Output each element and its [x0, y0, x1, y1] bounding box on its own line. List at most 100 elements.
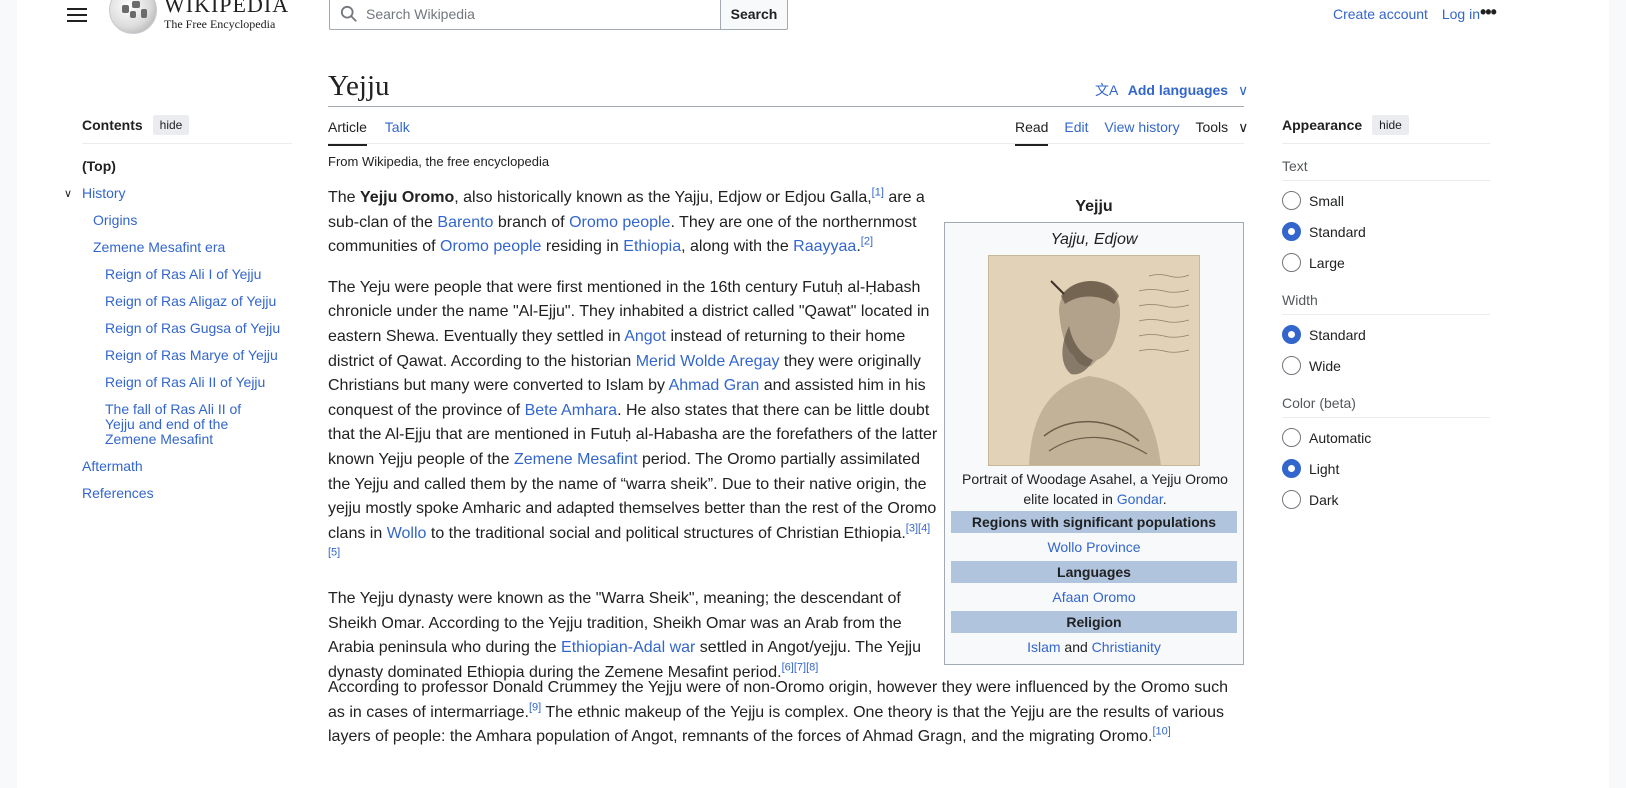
log-in-link[interactable]: Log in — [1442, 6, 1480, 22]
radio-icon[interactable] — [1282, 428, 1301, 447]
citation-link[interactable]: [2] — [861, 236, 873, 248]
create-account-link[interactable]: Create account — [1333, 6, 1428, 22]
link-wollo[interactable]: Wollo — [387, 525, 427, 542]
infobox-header-religion: Religion — [951, 611, 1237, 633]
radio-text-large[interactable]: Large — [1282, 247, 1490, 278]
tab-article[interactable]: Article — [328, 119, 367, 146]
toc-item-ras-ali-ii[interactable]: Reign of Ras Ali II of Yejju — [82, 375, 292, 390]
text: Portrait of Woodage Asahel, a Yejju Orom… — [962, 471, 1228, 507]
more-options-icon[interactable]: ••• — [1480, 2, 1497, 23]
toc-item-ras-marye[interactable]: Reign of Ras Marye of Yejju — [82, 348, 292, 363]
text: . — [1162, 491, 1167, 507]
link-raayyaa[interactable]: Raayyaa — [793, 238, 856, 255]
add-languages-label: Add languages — [1127, 82, 1229, 98]
portrait-image[interactable] — [988, 255, 1200, 466]
text: branch of — [493, 213, 570, 231]
page-title: Yejju — [328, 70, 390, 102]
link-ethiopia[interactable]: Ethiopia — [623, 238, 681, 255]
tab-edit[interactable]: Edit — [1064, 119, 1088, 144]
portrait-sketch — [989, 256, 1199, 465]
toc-item-origins[interactable]: Origins — [82, 213, 292, 228]
chevron-down-icon: ∨ — [1238, 119, 1249, 135]
toc-title: Contents — [82, 117, 143, 133]
tab-read[interactable]: Read — [1015, 119, 1049, 146]
text-size-options: Small Standard Large — [1282, 181, 1490, 278]
radio-color-automatic[interactable]: Automatic — [1282, 422, 1490, 453]
radio-text-small[interactable]: Small — [1282, 185, 1490, 216]
radio-label: Dark — [1309, 491, 1339, 508]
text: to the traditional social and political … — [426, 524, 906, 542]
tab-talk[interactable]: Talk — [385, 119, 410, 144]
citation-link[interactable]: [9] — [529, 701, 541, 713]
link-angot[interactable]: Angot — [624, 328, 666, 345]
link-oromo-people[interactable]: Oromo people — [440, 238, 541, 255]
toc-item-history[interactable]: ∨ History — [64, 186, 292, 201]
text: The — [328, 189, 361, 206]
radio-label: Wide — [1309, 357, 1341, 374]
width-label: Width — [1282, 292, 1490, 315]
toc-hide-button[interactable]: hide — [152, 115, 190, 135]
view-tabs: Read Edit View history Tools ∨ — [1015, 119, 1248, 146]
link-gondar[interactable]: Gondar — [1117, 491, 1163, 507]
link-merid-wolde-aregay[interactable]: Merid Wolde Aregay — [636, 353, 780, 370]
link-ethiopian-adal-war[interactable]: Ethiopian-Adal war — [561, 639, 695, 656]
link-bete-amhara[interactable]: Bete Amhara — [525, 402, 618, 419]
toc-item-zemene-mesafint-era[interactable]: Zemene Mesafint era — [82, 240, 292, 255]
radio-label: Large — [1309, 254, 1345, 271]
personal-tools: Create account Log in — [1333, 6, 1490, 22]
radio-icon[interactable] — [1282, 253, 1301, 272]
appearance-hide-button[interactable]: hide — [1372, 115, 1409, 135]
toc-item-ras-gugsa[interactable]: Reign of Ras Gugsa of Yejju — [82, 321, 292, 336]
link-oromo-people[interactable]: Oromo people — [569, 214, 670, 231]
tab-tools[interactable]: Tools ∨ — [1195, 119, 1248, 145]
width-options: Standard Wide — [1282, 315, 1490, 381]
toc-item-fall-of-ras-ali-ii[interactable]: The fall of Ras Ali II of Yejju and end … — [82, 402, 282, 447]
namespace-tabs: Article Talk — [328, 119, 424, 146]
toc-item-references[interactable]: References — [82, 486, 292, 501]
add-languages-button[interactable]: 文A Add languages ∨ — [1095, 80, 1248, 100]
link-christianity[interactable]: Christianity — [1092, 639, 1161, 655]
infobox-link-wollo-province[interactable]: Wollo Province — [951, 536, 1237, 558]
article-body-wide: According to professor Donald Crummey th… — [328, 676, 1244, 750]
chevron-down-icon: ∨ — [1237, 82, 1249, 98]
chevron-down-icon[interactable]: ∨ — [64, 187, 72, 202]
citation-link[interactable]: [6][7][8] — [782, 661, 819, 673]
radio-text-standard[interactable]: Standard — [1282, 216, 1490, 247]
radio-width-standard[interactable]: Standard — [1282, 319, 1490, 350]
text: , along with the — [681, 238, 794, 256]
color-label: Color (beta) — [1282, 395, 1490, 418]
search-button[interactable]: Search — [720, 0, 788, 30]
wikipedia-globe-logo-icon[interactable] — [109, 0, 157, 34]
page: WIKIPEDIA The Free Encyclopedia Search C… — [17, 0, 1609, 788]
search-input[interactable] — [364, 0, 714, 29]
infobox-caption: Portrait of Woodage Asahel, a Yejju Orom… — [955, 469, 1235, 509]
paragraph-history: The Yeju were people that were first men… — [328, 276, 938, 571]
radio-icon[interactable] — [1282, 191, 1301, 210]
main-menu-icon[interactable] — [67, 4, 87, 24]
search-icon — [340, 5, 357, 22]
link-zemene-mesafint[interactable]: Zemene Mesafint — [514, 451, 638, 468]
tools-label: Tools — [1195, 119, 1229, 135]
link-islam[interactable]: Islam — [1027, 639, 1060, 655]
radio-selected-icon[interactable] — [1282, 222, 1301, 241]
infobox-link-afaan-oromo[interactable]: Afaan Oromo — [951, 586, 1237, 608]
toc-item-ras-aligaz[interactable]: Reign of Ras Aligaz of Yejju — [82, 294, 292, 309]
citation-link[interactable]: [10] — [1152, 726, 1170, 738]
radio-width-wide[interactable]: Wide — [1282, 350, 1490, 381]
citation-link[interactable]: [1] — [872, 187, 884, 199]
radio-color-light[interactable]: Light — [1282, 453, 1490, 484]
radio-icon[interactable] — [1282, 356, 1301, 375]
radio-selected-icon[interactable] — [1282, 459, 1301, 478]
tab-view-history[interactable]: View history — [1104, 119, 1179, 144]
article-body: The Yejju Oromo, also historically known… — [328, 186, 938, 701]
radio-selected-icon[interactable] — [1282, 325, 1301, 344]
wordmark[interactable]: WIKIPEDIA — [164, 0, 289, 18]
toc-item-aftermath[interactable]: Aftermath — [82, 459, 292, 474]
radio-icon[interactable] — [1282, 490, 1301, 509]
link-barento[interactable]: Barento — [437, 214, 493, 231]
link-ahmad-gran[interactable]: Ahmad Gran — [669, 377, 760, 394]
logo-tagline: The Free Encyclopedia — [164, 17, 276, 31]
toc-item-top[interactable]: (Top) — [82, 159, 292, 174]
radio-color-dark[interactable]: Dark — [1282, 484, 1490, 515]
toc-item-ras-ali-i[interactable]: Reign of Ras Ali I of Yejju — [82, 267, 292, 282]
